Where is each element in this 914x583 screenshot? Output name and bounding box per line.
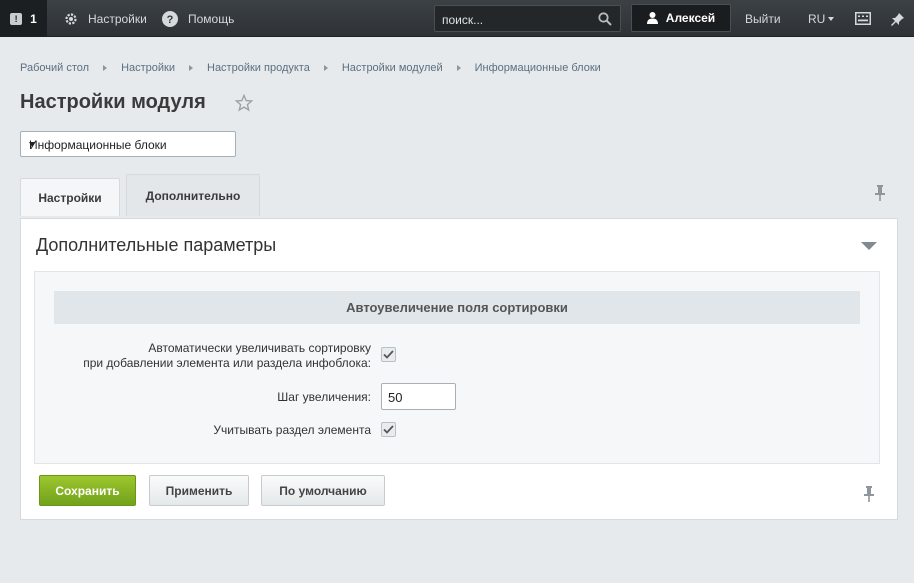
auto-increment-checkbox[interactable]: [381, 347, 396, 362]
module-select[interactable]: Информационные блоки: [20, 131, 236, 157]
breadcrumb-separator-icon: [103, 65, 108, 71]
breadcrumb-separator-icon: [189, 65, 193, 71]
collapse-icon[interactable]: [861, 242, 877, 250]
pin-toolbar-button[interactable]: [891, 0, 905, 37]
language-switcher[interactable]: RU: [808, 0, 835, 37]
breadcrumb-item[interactable]: Настройки модулей: [342, 62, 443, 74]
gear-icon: [65, 12, 77, 25]
step-value: 50: [388, 390, 403, 405]
user-menu-button[interactable]: Алексей: [631, 4, 731, 32]
page-title: Настройки модуля: [20, 91, 206, 113]
svg-text:?: ?: [167, 14, 174, 26]
language-label: RU: [808, 11, 826, 26]
notification-icon: !: [10, 12, 23, 25]
breadcrumb-separator-icon: [456, 65, 461, 71]
keyboard-button[interactable]: [855, 0, 871, 37]
help-link[interactable]: ? Помощь: [162, 0, 234, 37]
check-icon: [383, 350, 394, 359]
user-name: Алексей: [665, 11, 716, 25]
default-button[interactable]: По умолчанию: [261, 475, 385, 506]
pin-icon: [891, 12, 904, 26]
tab-label: Дополнительно: [145, 188, 241, 203]
check-icon: [383, 425, 394, 434]
breadcrumb-separator-icon: [323, 65, 328, 71]
save-button[interactable]: Сохранить: [39, 475, 136, 506]
star-icon[interactable]: [235, 94, 253, 112]
settings-label: Настройки: [88, 11, 147, 26]
settings-form: Автоувеличение поля сортировки Автоматич…: [34, 271, 880, 464]
settings-link[interactable]: Настройки: [64, 0, 147, 37]
notifications-button[interactable]: ! 1: [0, 0, 47, 37]
breadcrumb-item[interactable]: Рабочий стол: [20, 62, 89, 74]
breadcrumb-item[interactable]: Настройки: [121, 62, 175, 74]
consider-section-label: Учитывать раздел элемента: [213, 423, 371, 437]
panel-title: Дополнительные параметры: [36, 235, 277, 255]
module-select-value: Информационные блоки: [29, 138, 167, 152]
keyboard-icon: [855, 12, 871, 25]
breadcrumb: Рабочий стол Настройки Настройки продукт…: [20, 62, 601, 74]
section-title: Автоувеличение поля сортировки: [346, 300, 568, 315]
pin-icon[interactable]: [874, 185, 886, 201]
search-placeholder: поиск...: [442, 13, 484, 27]
auto-increment-label: Автоматически увеличивать сортировку при…: [83, 341, 371, 371]
pin-icon[interactable]: [863, 486, 875, 502]
search-icon[interactable]: [598, 12, 612, 26]
top-bar: ! 1 Настройки ? Помощь поиск... Алексей …: [0, 0, 914, 37]
user-icon: [646, 12, 658, 24]
section-heading: Автоувеличение поля сортировки: [54, 291, 860, 324]
notifications-count: 1: [30, 11, 37, 26]
auto-increment-label-line2: при добавлении элемента или раздела инфо…: [83, 356, 371, 370]
step-label: Шаг увеличения:: [277, 390, 371, 404]
help-label: Помощь: [188, 11, 235, 26]
logout-link[interactable]: Выйти: [745, 0, 781, 37]
tab-settings[interactable]: Настройки: [20, 178, 120, 216]
consider-section-checkbox[interactable]: [381, 422, 396, 437]
search-input[interactable]: поиск...: [434, 5, 621, 32]
chevron-down-icon: [29, 142, 35, 147]
logout-label: Выйти: [745, 11, 781, 26]
settings-panel: Дополнительные параметры Автоувеличение …: [20, 218, 898, 520]
apply-button[interactable]: Применить: [149, 475, 249, 506]
help-icon: ?: [162, 10, 178, 27]
tab-additional[interactable]: Дополнительно: [126, 174, 260, 216]
breadcrumb-item[interactable]: Настройки продукта: [207, 62, 310, 74]
step-input[interactable]: 50: [381, 383, 456, 410]
chevron-down-icon: [828, 16, 835, 21]
tab-label: Настройки: [38, 190, 102, 205]
breadcrumb-item[interactable]: Информационные блоки: [475, 62, 601, 74]
auto-increment-label-line1: Автоматически увеличивать сортировку: [148, 341, 371, 355]
